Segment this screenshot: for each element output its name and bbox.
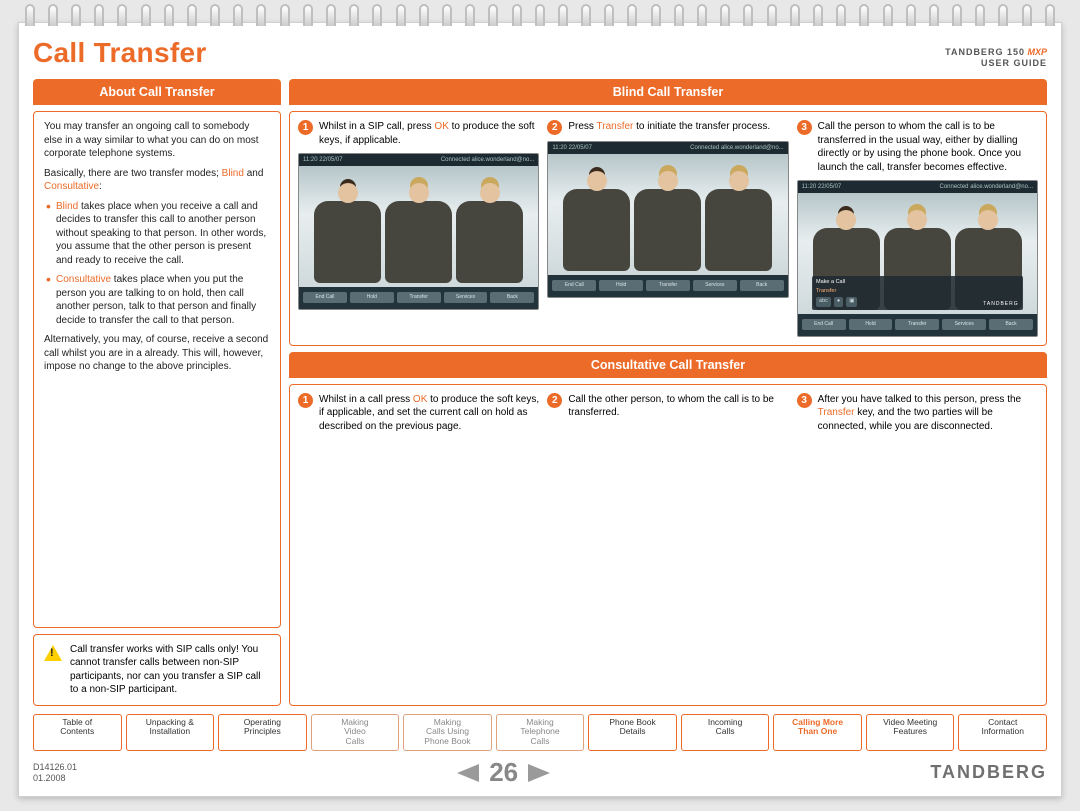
bullet-blind: Blind takes place when you receive a cal… <box>44 200 270 268</box>
screenshot-thumb: 11:20 22/05/07Connected alice.wonderland… <box>797 180 1038 337</box>
brand-name: TANDBERG 150 <box>945 47 1025 57</box>
step-number-icon: 3 <box>797 120 812 135</box>
doc-meta: D14126.01 01.2008 <box>33 762 77 784</box>
breadcrumb-item[interactable]: Making Telephone Calls <box>496 714 585 751</box>
screenshot-thumb: 11:20 22/05/07Connected alice.wonderland… <box>547 141 788 298</box>
step-number-icon: 3 <box>797 393 812 408</box>
breadcrumb-item[interactable]: Calling More Than One <box>773 714 862 751</box>
blind-step-1: 1 Whilst in a SIP call, press OK to prod… <box>298 120 539 337</box>
consult-step-3: 3 After you have talked to this person, … <box>797 393 1038 573</box>
about-p3: Alternatively, you may, of course, recei… <box>44 333 270 374</box>
breadcrumb-nav: Table of ContentsUnpacking & Installatio… <box>33 714 1047 751</box>
about-p2: Basically, there are two transfer modes;… <box>44 167 270 194</box>
screenshot-thumb: 11:20 22/05/07Connected alice.wonderland… <box>298 153 539 310</box>
prev-page-arrow-icon[interactable] <box>457 764 479 782</box>
blind-heading: Blind Call Transfer <box>289 79 1047 105</box>
warning-panel: Call transfer works with SIP calls only!… <box>33 634 281 706</box>
consult-step-2: 2 Call the other person, to whom the cal… <box>547 393 788 573</box>
breadcrumb-item[interactable]: Table of Contents <box>33 714 122 751</box>
step-number-icon: 2 <box>547 120 562 135</box>
about-p1: You may transfer an ongoing call to some… <box>44 120 270 161</box>
blind-step-3: 3 Call the person to whom the call is to… <box>797 120 1038 337</box>
brand-footer: TANDBERG <box>930 762 1047 783</box>
breadcrumb-item[interactable]: Unpacking & Installation <box>126 714 215 751</box>
brand-model: MXP <box>1027 47 1047 57</box>
about-heading: About Call Transfer <box>33 79 281 105</box>
menu-overlay: Make a Call Transfer abc●▣ TANDBERG <box>812 276 1023 310</box>
breadcrumb-item[interactable]: Operating Principles <box>218 714 307 751</box>
warning-icon <box>44 645 62 661</box>
page-title: Call Transfer <box>33 37 207 69</box>
consult-step-1: 1 Whilst in a call press OK to produce t… <box>298 393 539 573</box>
breadcrumb-item[interactable]: Phone Book Details <box>588 714 677 751</box>
blind-steps: 1 Whilst in a SIP call, press OK to prod… <box>289 111 1047 346</box>
breadcrumb-item[interactable]: Making Calls Using Phone Book <box>403 714 492 751</box>
step-number-icon: 1 <box>298 393 313 408</box>
breadcrumb-item[interactable]: Video Meeting Features <box>866 714 955 751</box>
about-panel: You may transfer an ongoing call to some… <box>33 111 281 628</box>
doc-type: USER GUIDE <box>981 58 1047 68</box>
pager: 26 <box>457 757 550 788</box>
step-number-icon: 1 <box>298 120 313 135</box>
step-number-icon: 2 <box>547 393 562 408</box>
header: Call Transfer TANDBERG 150 MXP USER GUID… <box>33 37 1047 69</box>
product-id: TANDBERG 150 MXP USER GUIDE <box>945 47 1047 70</box>
bullet-consultative: Consultative takes place when you put th… <box>44 273 270 327</box>
spiral-binding <box>18 0 1062 26</box>
consult-steps: 1 Whilst in a call press OK to produce t… <box>289 384 1047 706</box>
page-number: 26 <box>489 757 518 788</box>
consult-heading: Consultative Call Transfer <box>289 352 1047 378</box>
breadcrumb-item[interactable]: Making Video Calls <box>311 714 400 751</box>
page: Call Transfer TANDBERG 150 MXP USER GUID… <box>18 22 1062 797</box>
next-page-arrow-icon[interactable] <box>528 764 550 782</box>
breadcrumb-item[interactable]: Contact Information <box>958 714 1047 751</box>
blind-step-2: 2 Press Transfer to initiate the transfe… <box>547 120 788 337</box>
footer: Table of ContentsUnpacking & Installatio… <box>33 714 1047 788</box>
warning-text: Call transfer works with SIP calls only!… <box>70 643 270 697</box>
breadcrumb-item[interactable]: Incoming Calls <box>681 714 770 751</box>
